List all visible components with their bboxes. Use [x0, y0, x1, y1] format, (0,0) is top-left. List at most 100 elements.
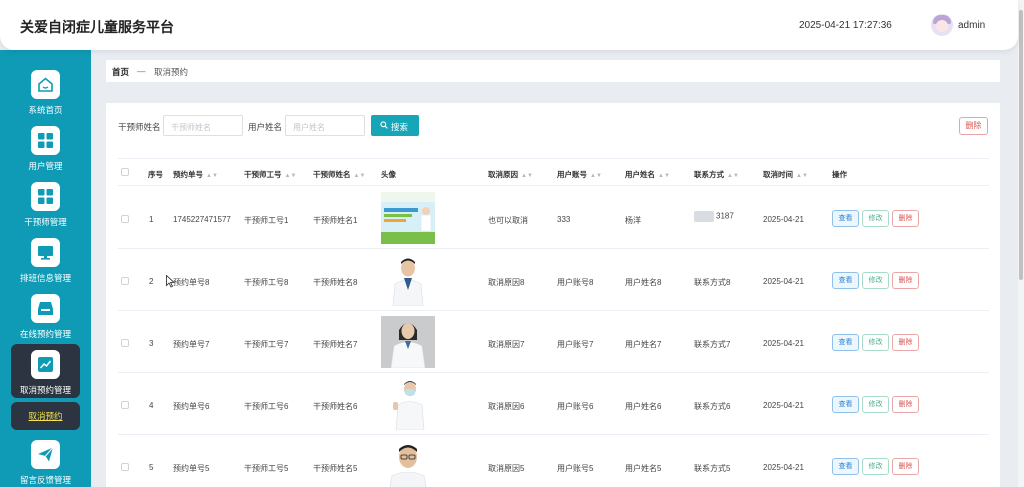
- edit-button[interactable]: 修改: [862, 334, 889, 351]
- cell-reason: 取消原因7: [488, 340, 525, 349]
- sidebar-item-users[interactable]: 用户管理: [0, 126, 91, 182]
- row-checkbox[interactable]: [121, 215, 129, 223]
- therapist-photo: [381, 378, 435, 430]
- cell-cancel-time: 2025-04-21: [763, 277, 804, 286]
- batch-delete-button[interactable]: 删除: [959, 117, 988, 135]
- col-index: 序号: [148, 170, 163, 179]
- breadcrumb-home[interactable]: 首页: [112, 66, 129, 78]
- cell-contact: 3187: [694, 211, 734, 222]
- edit-button[interactable]: 修改: [862, 210, 889, 227]
- table-row: 5 预约单号5 干预师工号5 干预师姓名5 取消原因5 用户账号5 用户姓名5 联系方式5 20…: [118, 435, 989, 487]
- cell-therapist-id: 干预师工号1: [244, 216, 289, 225]
- search-icon: [380, 121, 388, 129]
- delete-button[interactable]: 删除: [892, 272, 919, 289]
- col-contact[interactable]: 联系方式 ▲▼: [694, 169, 739, 180]
- col-cancel-time[interactable]: 取消时间 ▲▼: [763, 169, 808, 180]
- row-checkbox[interactable]: [121, 401, 129, 409]
- sidebar-item-home[interactable]: 系统首页: [0, 70, 91, 126]
- breadcrumb-current: 取消预约: [154, 67, 189, 77]
- cell-order-no: 预约单号8: [173, 278, 210, 287]
- mouse-cursor-icon: [166, 275, 175, 288]
- user-search-input[interactable]: 用户姓名: [285, 115, 365, 136]
- select-all-checkbox[interactable]: [121, 168, 129, 176]
- therapist-filter-label: 干预师姓名: [118, 122, 161, 132]
- cell-order-no: 1745227471577: [173, 215, 231, 224]
- therapist-search-input[interactable]: 干预师姓名: [163, 115, 243, 136]
- cell-contact: 联系方式6: [694, 402, 731, 411]
- cell-index: 2: [149, 277, 154, 286]
- edit-button[interactable]: 修改: [862, 396, 889, 413]
- cell-cancel-time: 2025-04-21: [763, 339, 804, 348]
- avatar[interactable]: [931, 14, 953, 36]
- cell-index: 3: [149, 339, 154, 348]
- cell-therapist-id: 干预师工号8: [244, 278, 289, 287]
- view-button[interactable]: 查看: [832, 272, 859, 289]
- col-account[interactable]: 用户账号 ▲▼: [557, 169, 602, 180]
- datetime-display: 2025-04-21 17:27:36: [799, 20, 892, 31]
- cell-user-name: 用户姓名5: [625, 464, 662, 473]
- redacted-mask: [694, 211, 714, 222]
- col-user-name[interactable]: 用户姓名 ▲▼: [625, 169, 670, 180]
- row-checkbox[interactable]: [121, 339, 129, 347]
- cell-order-no: 预约单号5: [173, 464, 210, 473]
- cell-user-name: 用户姓名8: [625, 278, 662, 287]
- cell-therapist-name: 干预师姓名7: [313, 340, 358, 349]
- user-filter-label: 用户姓名: [248, 122, 283, 132]
- cell-therapist-name: 干预师姓名5: [313, 464, 358, 473]
- cell-therapist-name: 干预师姓名8: [313, 278, 358, 287]
- app-title: 关爱自闭症儿童服务平台: [20, 19, 174, 35]
- view-button[interactable]: 查看: [832, 458, 859, 475]
- col-therapist-name[interactable]: 干预师姓名 ▲▼: [313, 169, 365, 180]
- therapist-photo: [381, 192, 435, 244]
- table-header: 序号 预约单号 ▲▼ 干预师工号 ▲▼ 干预师姓名 ▲▼ 头像 取消原因 ▲▼ 用户账号…: [118, 159, 989, 186]
- delete-button[interactable]: 删除: [892, 210, 919, 227]
- view-button[interactable]: 查看: [832, 396, 859, 413]
- cell-account: 用户账号7: [557, 340, 594, 349]
- sidebar-item-feedback[interactable]: 留言反馈管理: [0, 440, 91, 487]
- cell-account: 用户账号8: [557, 278, 594, 287]
- row-checkbox[interactable]: [121, 463, 129, 471]
- row-checkbox[interactable]: [121, 277, 129, 285]
- table-row: 4 预约单号6 干预师工号6 干预师姓名6 取消原因6 用户账号6 用户姓名6 联系方式6 20…: [118, 373, 989, 435]
- cell-therapist-name: 干预师姓名1: [313, 216, 358, 225]
- cell-cancel-time: 2025-04-21: [763, 463, 804, 472]
- col-reason[interactable]: 取消原因 ▲▼: [488, 169, 533, 180]
- username[interactable]: admin: [958, 20, 985, 31]
- therapist-photo: [381, 254, 435, 306]
- monitor-icon: [38, 246, 53, 260]
- cell-therapist-name: 干预师姓名6: [313, 402, 358, 411]
- view-button[interactable]: 查看: [832, 210, 859, 227]
- inbox-icon: [38, 302, 53, 315]
- sidebar-item-therapists[interactable]: 干预师管理: [0, 182, 91, 238]
- home-icon: [38, 77, 53, 92]
- col-order-no[interactable]: 预约单号 ▲▼: [173, 169, 218, 180]
- cell-reason: 取消原因6: [488, 402, 525, 411]
- cell-contact: 联系方式7: [694, 340, 731, 349]
- sidebar-item-cancellations[interactable]: 取消预约管理: [0, 344, 91, 406]
- sidebar: 系统首页 用户管理 干预师管理 排班信息管理 在线预约管理 取消预约管理 取消预…: [0, 50, 91, 487]
- sidebar-subitem-cancel[interactable]: 取消预约: [11, 402, 80, 430]
- col-therapist-id[interactable]: 干预师工号 ▲▼: [244, 169, 296, 180]
- edit-button[interactable]: 修改: [862, 272, 889, 289]
- delete-button[interactable]: 删除: [892, 458, 919, 475]
- col-actions: 操作: [832, 170, 847, 179]
- sidebar-item-appointments[interactable]: 在线预约管理: [0, 294, 91, 350]
- cell-cancel-time: 2025-04-21: [763, 215, 804, 224]
- cell-index: 1: [149, 215, 154, 224]
- cell-index: 5: [149, 463, 154, 472]
- delete-button[interactable]: 删除: [892, 396, 919, 413]
- cell-order-no: 预约单号6: [173, 402, 210, 411]
- send-icon: [38, 447, 54, 462]
- delete-button[interactable]: 删除: [892, 334, 919, 351]
- cell-account: 用户账号5: [557, 464, 594, 473]
- scrollbar-thumb[interactable]: [1019, 10, 1023, 280]
- cell-therapist-id: 干预师工号6: [244, 402, 289, 411]
- grid-icon: [38, 133, 53, 148]
- breadcrumb-separator: —: [137, 66, 146, 76]
- search-button[interactable]: 搜索: [371, 115, 419, 136]
- sidebar-item-schedule[interactable]: 排班信息管理: [0, 238, 91, 294]
- cancellation-table: 序号 预约单号 ▲▼ 干预师工号 ▲▼ 干预师姓名 ▲▼ 头像 取消原因 ▲▼ 用户账号…: [118, 158, 989, 487]
- cell-reason: 也可以取消: [488, 216, 528, 225]
- edit-button[interactable]: 修改: [862, 458, 889, 475]
- view-button[interactable]: 查看: [832, 334, 859, 351]
